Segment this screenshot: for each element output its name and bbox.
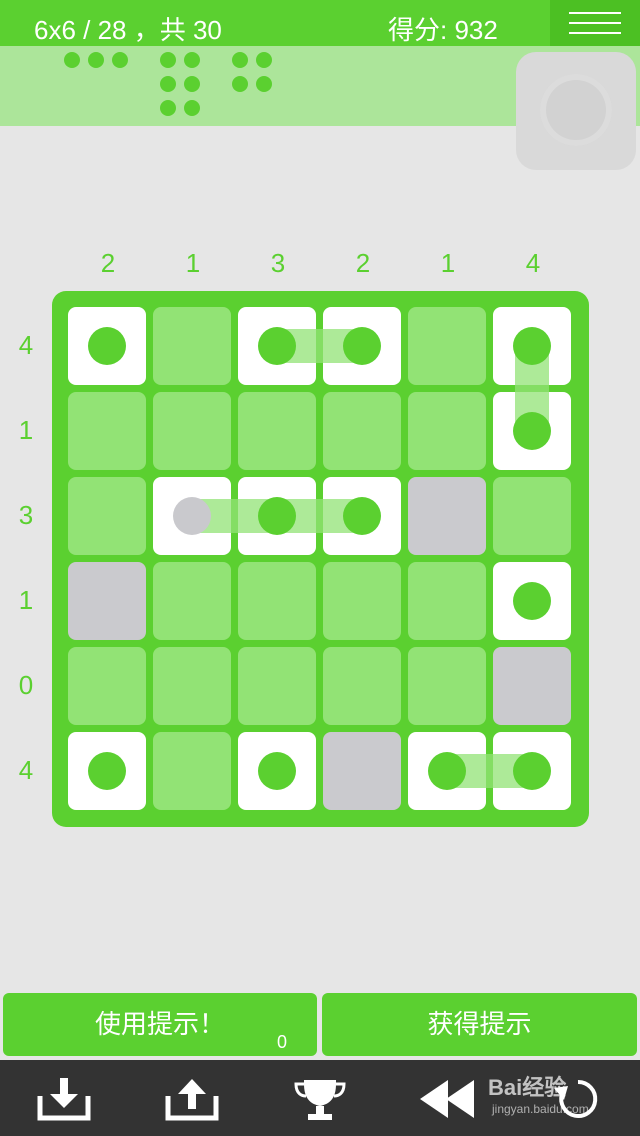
ship-segment-icon	[513, 412, 551, 450]
empty-cell[interactable]	[323, 562, 401, 640]
ship-segment-icon	[343, 327, 381, 365]
ship-cell[interactable]	[68, 732, 146, 810]
empty-cell[interactable]	[323, 392, 401, 470]
menu-button[interactable]	[550, 0, 640, 46]
ship-piece-vertical	[160, 52, 204, 118]
empty-cell[interactable]	[68, 647, 146, 725]
ship-segment-icon	[258, 327, 296, 365]
empty-cell[interactable]	[68, 477, 146, 555]
empty-cell[interactable]	[408, 307, 486, 385]
score-display: 得分: 932	[388, 15, 498, 45]
ship-segment-icon	[513, 752, 551, 790]
level-indicator: 6x6 / 28 ，共 30	[34, 15, 222, 45]
upload-icon[interactable]	[162, 1074, 222, 1124]
ship-segment-icon	[88, 327, 126, 365]
ship-segment-icon	[258, 752, 296, 790]
hint-count: 0	[276, 1032, 287, 1052]
water-cell[interactable]	[323, 732, 401, 810]
ship-segment-icon	[513, 327, 551, 365]
floating-action-button[interactable]	[516, 52, 636, 170]
watermark-logo: Bai经验	[488, 1075, 567, 1100]
download-icon[interactable]	[34, 1074, 94, 1124]
column-clue: 4	[525, 248, 541, 278]
empty-cell[interactable]	[68, 392, 146, 470]
trophy-icon[interactable]	[290, 1074, 350, 1124]
ship-segment-icon	[513, 582, 551, 620]
empty-cell[interactable]	[153, 732, 231, 810]
ship-piece-square	[232, 52, 276, 96]
rewind-icon[interactable]	[418, 1074, 478, 1124]
ship-segment-icon	[173, 497, 211, 535]
hamburger-icon	[569, 12, 621, 14]
ship-cell[interactable]	[68, 307, 146, 385]
ship-segment-icon	[88, 752, 126, 790]
empty-cell[interactable]	[153, 562, 231, 640]
use-hint-label: 使用提示！	[94, 1009, 225, 1039]
empty-cell[interactable]	[153, 392, 231, 470]
water-cell[interactable]	[493, 647, 571, 725]
column-clue: 2	[355, 248, 371, 278]
watermark-url: jingyan.baidu.com	[492, 1102, 589, 1116]
row-clue: 3	[18, 500, 34, 530]
water-cell[interactable]	[68, 562, 146, 640]
ship-segment-icon	[428, 752, 466, 790]
empty-cell[interactable]	[238, 647, 316, 725]
column-clue: 2	[100, 248, 116, 278]
row-clue: 1	[18, 415, 34, 445]
use-hint-button[interactable]: 使用提示！ 0	[3, 993, 317, 1056]
circle-icon	[540, 74, 612, 146]
row-clue: 0	[18, 670, 34, 700]
top-bar: 6x6 / 28 ，共 30 得分: 932	[0, 0, 640, 46]
get-hints-label: 获得提示	[427, 1009, 532, 1039]
ship-cell[interactable]	[493, 562, 571, 640]
empty-cell[interactable]	[153, 647, 231, 725]
empty-cell[interactable]	[408, 562, 486, 640]
ship-piece-horizontal	[64, 52, 130, 70]
ship-segment-icon	[343, 497, 381, 535]
empty-cell[interactable]	[493, 477, 571, 555]
water-cell[interactable]	[408, 477, 486, 555]
empty-cell[interactable]	[323, 647, 401, 725]
row-clue: 4	[18, 755, 34, 785]
row-clue: 1	[18, 585, 34, 615]
empty-cell[interactable]	[408, 392, 486, 470]
column-clue: 3	[270, 248, 286, 278]
puzzle-board	[52, 291, 589, 827]
column-clue: 1	[440, 248, 456, 278]
ship-cell[interactable]	[238, 732, 316, 810]
empty-cell[interactable]	[238, 562, 316, 640]
get-hints-button[interactable]: 获得提示	[322, 993, 637, 1056]
column-clue: 1	[185, 248, 201, 278]
empty-cell[interactable]	[408, 647, 486, 725]
empty-cell[interactable]	[238, 392, 316, 470]
row-clue: 4	[18, 330, 34, 360]
ship-segment-icon	[258, 497, 296, 535]
empty-cell[interactable]	[153, 307, 231, 385]
